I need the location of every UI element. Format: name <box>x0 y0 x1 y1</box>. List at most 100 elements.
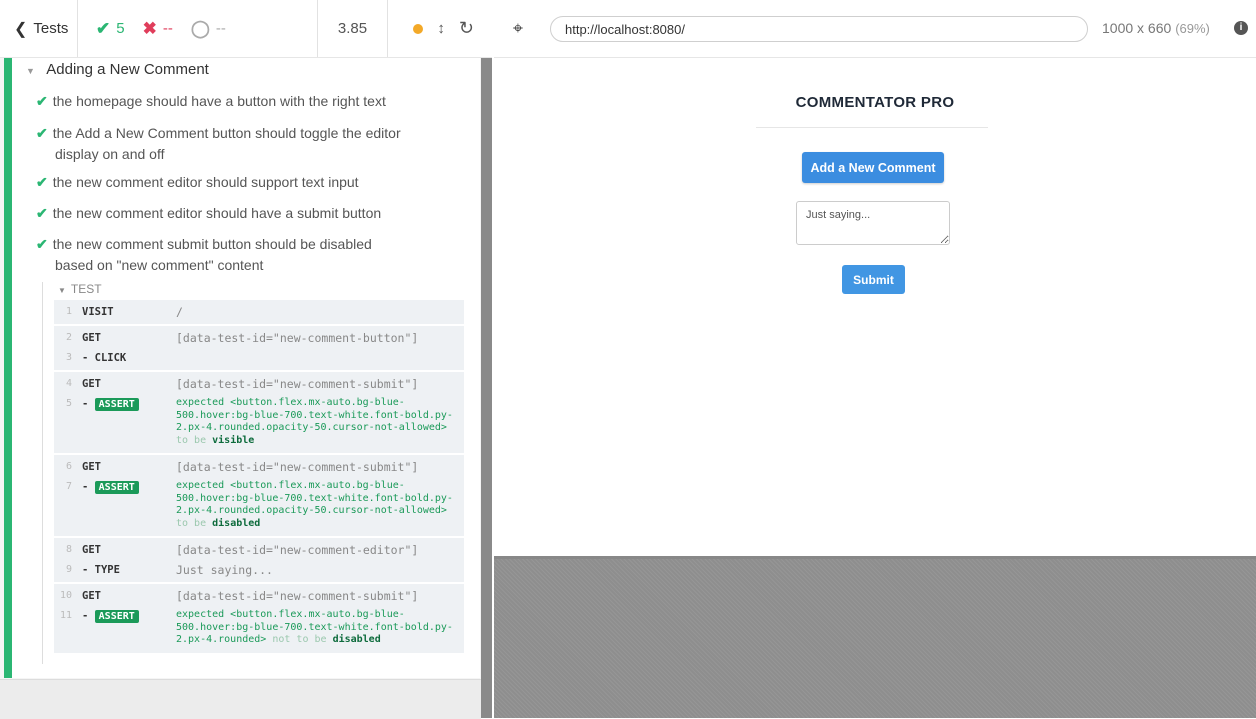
tests-nav-button[interactable]: ❮ Tests <box>0 0 78 57</box>
reporter-header: ❮ Tests ✔ 5 ✖ -- ◯ -- 3.85 ↕ ↻ <box>0 0 492 58</box>
command-number: 1 <box>65 306 72 317</box>
command-name: - ASSERT <box>78 477 176 534</box>
command-row[interactable]: 2 GET [data-test-id="new-comment-button"… <box>54 328 464 348</box>
assert-tail: not to be <box>272 634 327 645</box>
reporter-panel: ❮ Tests ✔ 5 ✖ -- ◯ -- 3.85 ↕ ↻ ▼ Adding … <box>0 0 492 719</box>
command-number: 9 <box>65 564 72 575</box>
command-name: GET <box>82 332 101 344</box>
command-row[interactable]: 11 - ASSERT expected <button.flex.mx-aut… <box>54 606 464 651</box>
failed-count: -- <box>162 20 173 37</box>
suite-title[interactable]: ▼ Adding a New Comment <box>26 61 209 78</box>
command-row[interactable]: 9 - TYPE Just saying... <box>54 560 464 580</box>
check-icon: ✔ <box>36 93 48 109</box>
command-name: VISIT <box>82 306 114 318</box>
assert-badge: ASSERT <box>94 481 139 494</box>
command-name: - ASSERT <box>78 606 176 651</box>
command-group: 4 GET [data-test-id="new-comment-submit"… <box>54 372 464 453</box>
app-under-test-panel: ⌖ http://localhost:8080/ 1000 x 660 (69%… <box>494 0 1256 718</box>
info-icon[interactable]: i <box>1234 21 1248 35</box>
command-log: 1 VISIT / 2 GET [data-test-id="new-comme… <box>54 300 464 655</box>
command-row[interactable]: 3 - CLICK <box>54 348 464 368</box>
assert-target: visible <box>212 434 255 446</box>
check-icon: ✔ <box>36 236 48 252</box>
command-row[interactable]: 10 GET [data-test-id="new-comment-submit… <box>54 586 464 606</box>
test-item[interactable]: ✔ the new comment editor should support t… <box>36 172 436 193</box>
add-new-comment-button[interactable]: Add a New Comment <box>802 152 944 183</box>
command-number: 10 <box>59 590 72 601</box>
new-comment-editor[interactable]: Just saying... <box>796 201 950 245</box>
command-row[interactable]: 8 GET [data-test-id="new-comment-editor"… <box>54 540 464 560</box>
collapse-triangle-icon: ▼ <box>58 286 66 295</box>
command-number: 4 <box>65 378 72 389</box>
duration: 3.85 <box>318 0 388 57</box>
assert-line: 2.px-4.rounded.opacity-50.cursor-not-all… <box>176 505 447 516</box>
test-section-label[interactable]: ▼ TEST <box>58 282 102 296</box>
tests-label: Tests <box>33 20 69 37</box>
test-label-text: TEST <box>70 282 102 296</box>
test-title: the new comment editor should support te… <box>52 174 359 190</box>
test-item-active[interactable]: ✔ the new comment submit button should be… <box>36 234 436 276</box>
command-number: 2 <box>65 332 72 343</box>
suite-title-text: Adding a New Comment <box>46 61 209 78</box>
command-message: [data-test-id="new-comment-submit"] <box>176 589 419 603</box>
stats-bar: ✔ 5 ✖ -- ◯ -- <box>78 0 318 57</box>
command-message: [data-test-id="new-comment-submit"] <box>176 377 419 391</box>
command-group: 6 GET [data-test-id="new-comment-submit"… <box>54 455 464 536</box>
url-field[interactable]: http://localhost:8080/ <box>550 16 1088 42</box>
viewport-dimensions: 1000 x 660 <box>1102 20 1172 36</box>
assert-line: 500.hover:bg-blue-700.text-white.font-bo… <box>176 492 453 504</box>
command-group: 1 VISIT / <box>54 300 464 324</box>
viewport-background <box>494 559 1256 718</box>
assert-tail: to be <box>176 434 207 446</box>
command-group: 8 GET [data-test-id="new-comment-editor"… <box>54 538 464 582</box>
test-title: the Add a New Comment button should togg… <box>52 125 401 141</box>
assert-line: 500.hover:bg-blue-700.text-white.font-bo… <box>176 409 453 421</box>
submit-button[interactable]: Submit <box>842 265 905 294</box>
app-iframe: COMMENTATOR PRO Add a New Comment Just s… <box>494 58 1256 559</box>
failed-stat[interactable]: ✖ -- <box>143 19 173 39</box>
passed-stat[interactable]: ✔ 5 <box>96 19 125 39</box>
viewport-scale: (69%) <box>1175 21 1210 36</box>
command-message: [data-test-id="new-comment-button"] <box>176 331 419 345</box>
restart-icon[interactable]: ↻ <box>459 18 474 39</box>
test-title: the homepage should have a button with t… <box>52 93 386 109</box>
reporter-footer <box>0 679 481 719</box>
status-dot-icon <box>413 23 424 34</box>
command-message: [data-test-id="new-comment-editor"] <box>176 543 419 557</box>
auto-scroll-icon[interactable]: ↕ <box>437 20 445 37</box>
command-name: GET <box>82 544 101 556</box>
assert-badge: ASSERT <box>94 610 139 623</box>
command-name: GET <box>82 590 101 602</box>
test-title: the new comment editor should have a sub… <box>52 205 382 221</box>
assert-target: disabled <box>212 517 261 529</box>
command-row[interactable]: 6 GET [data-test-id="new-comment-submit"… <box>54 457 464 477</box>
command-row[interactable]: 4 GET [data-test-id="new-comment-submit"… <box>54 374 464 394</box>
test-title: the new comment submit button should be … <box>52 236 372 252</box>
app-title: COMMENTATOR PRO <box>795 94 955 111</box>
assert-message: expected <button.flex.mx-auto.bg-blue- 5… <box>176 477 464 534</box>
command-row[interactable]: 5 - ASSERT expected <button.flex.mx-auto… <box>54 394 464 451</box>
reporter-scrollbar[interactable] <box>481 58 492 718</box>
assert-line: expected <button.flex.mx-auto.bg-blue- <box>176 397 405 408</box>
check-icon: ✔ <box>36 125 48 141</box>
command-name: GET <box>82 461 101 473</box>
command-message: [data-test-id="new-comment-submit"] <box>176 460 419 474</box>
assert-line: 2.px-4.rounded.opacity-50.cursor-not-all… <box>176 422 447 433</box>
command-row[interactable]: 7 - ASSERT expected <button.flex.mx-auto… <box>54 477 464 534</box>
command-message <box>176 348 464 368</box>
chevron-left-icon: ❮ <box>14 20 28 38</box>
check-icon: ✔ <box>36 174 48 190</box>
check-icon: ✔ <box>36 205 48 221</box>
passed-count: 5 <box>116 20 125 37</box>
test-item[interactable]: ✔ the new comment editor should have a su… <box>36 203 436 224</box>
assert-message: expected <button.flex.mx-auto.bg-blue- 5… <box>176 606 464 651</box>
selector-playground-icon[interactable]: ⌖ <box>508 18 528 38</box>
pending-count: -- <box>215 20 226 37</box>
test-item[interactable]: ✔ the homepage should have a button with … <box>36 91 436 112</box>
command-group: 2 GET [data-test-id="new-comment-button"… <box>54 326 464 370</box>
assert-line: expected <button.flex.mx-auto.bg-blue- <box>176 609 405 620</box>
pending-stat[interactable]: ◯ -- <box>191 19 226 39</box>
assert-line: expected <button.flex.mx-auto.bg-blue- <box>176 480 405 491</box>
command-row[interactable]: 1 VISIT / <box>54 302 464 322</box>
test-item[interactable]: ✔ the Add a New Comment button should tog… <box>36 123 436 165</box>
